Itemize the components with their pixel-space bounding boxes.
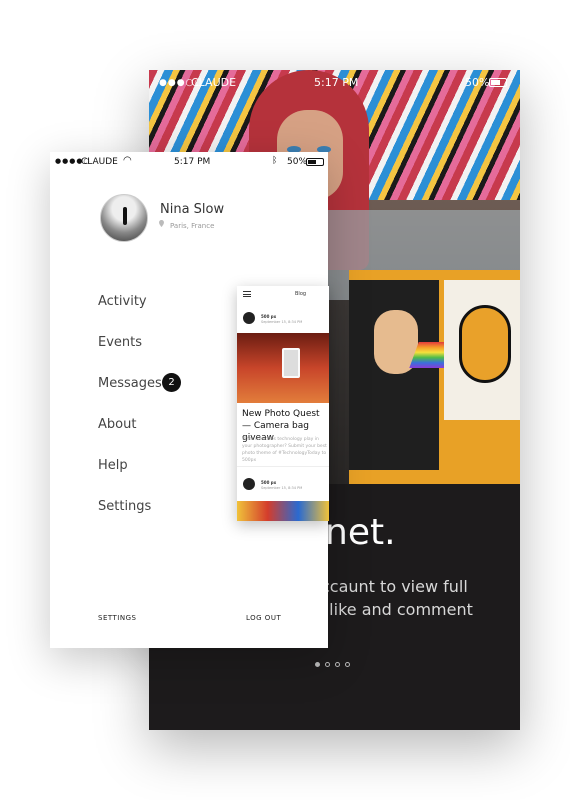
nav-menu: Activity Events Messages 2 About Help Se… [98,294,181,540]
divider [237,466,329,467]
bluetooth-icon: ᛒ [272,156,278,166]
menu-item-activity[interactable]: Activity [98,294,162,335]
post-description: What role does technology play in your p… [242,437,327,463]
clock: 5:17 PM [174,157,211,167]
menu-item-label: Events [98,335,143,350]
profile-name[interactable]: Nina Slow [160,202,224,217]
battery-icon [489,78,507,87]
carrier-label: CLAUDE [191,76,237,89]
battery-percent: 50% [287,157,308,167]
page-dot[interactable] [335,662,340,667]
blog-title: Blog [295,291,307,297]
onboarding-subtitle: ccaunt to view full , like and comment [319,577,473,619]
page-dot[interactable] [325,662,330,667]
poster-portrait-head [459,305,511,383]
profile-location: Paris, France [170,222,215,230]
post-author: 500 px [261,480,277,485]
post-date: September 15, 8:34 PM [261,320,303,324]
blog-preview-card[interactable]: Blog 500 px September 15, 8:34 PM New Ph… [237,286,329,521]
post-photo[interactable] [237,501,329,521]
page-dot[interactable] [315,662,320,667]
wifi-icon: ◠ [123,155,132,166]
post-date: September 15, 8:34 PM [261,486,303,490]
menu-item-label: Settings [98,499,152,514]
onboarding-headline: net. [325,512,396,553]
avatar [243,312,255,324]
status-bar: ●●●○○ CLAUDE 5:17 PM 50% [149,70,520,96]
hamburger-icon[interactable] [243,291,251,297]
status-bar: ●●●●○ CLAUDE ◠ 5:17 PM ᛒ 50% [50,152,328,172]
menu-item-label: Activity [98,294,147,309]
poster-frank [349,280,439,470]
settings-button[interactable]: SETTINGS [98,614,136,622]
carrier-label: CLAUDE [81,157,118,167]
page-indicator[interactable] [315,662,350,667]
page-dot[interactable] [345,662,350,667]
menu-item-messages[interactable]: Messages 2 [98,373,181,417]
unread-badge: 2 [162,373,181,392]
location-pin-icon [159,220,164,227]
logout-button[interactable]: LOG OUT [246,614,281,622]
menu-item-events[interactable]: Events [98,335,162,376]
menu-item-label: About [98,417,137,432]
stage: ●●●○○ CLAUDE 5:17 PM 50% net. ccaunt to … [0,0,570,800]
photo-phone-shape [282,348,300,378]
menu-item-label: Messages [98,376,162,391]
clock: 5:17 PM [314,76,359,89]
menu-item-about[interactable]: About [98,417,162,458]
battery-icon [306,158,324,166]
battery-percent: 50% [465,76,490,89]
avatar [243,478,255,490]
menu-item-help[interactable]: Help [98,458,162,499]
menu-item-label: Help [98,458,128,473]
menu-item-settings[interactable]: Settings [98,499,162,540]
post-author: 500 px [261,314,277,319]
avatar[interactable] [100,194,148,242]
